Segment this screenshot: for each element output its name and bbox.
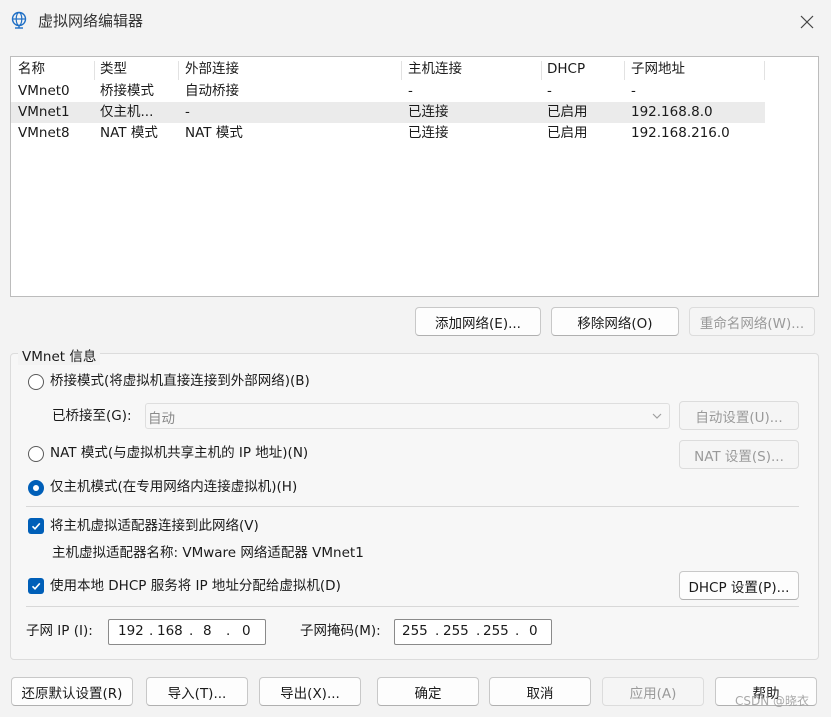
cell-name: VMnet1	[18, 104, 70, 120]
cell-name: VMnet0	[18, 83, 70, 99]
radio-bridged[interactable]	[28, 374, 44, 390]
column-header-subnet[interactable]: 子网地址	[631, 61, 685, 78]
list-header: 名称 类型 外部连接 主机连接 DHCP 子网地址	[11, 59, 765, 80]
bridged-to-value: 自动	[148, 411, 175, 427]
auto-settings-button[interactable]: 自动设置(U)...	[679, 401, 799, 430]
ip-octet[interactable]: 168	[157, 623, 183, 639]
dhcp-settings-button[interactable]: DHCP 设置(P)...	[679, 571, 799, 600]
checkmark-icon	[31, 582, 41, 590]
nat-mode-label[interactable]: NAT 模式(与虚拟机共享主机的 IP 地址)(N)	[50, 444, 308, 462]
globe-network-icon	[11, 11, 27, 29]
adapter-name-text: 主机虚拟适配器名称: VMware 网络适配器 VMnet1	[52, 545, 364, 561]
checkbox-use-dhcp[interactable]	[28, 578, 44, 594]
apply-button[interactable]: 应用(A)	[602, 677, 704, 706]
group-title: VMnet 信息	[18, 345, 101, 365]
export-button[interactable]: 导出(X)...	[259, 677, 361, 706]
chevron-down-icon	[652, 413, 662, 419]
rename-network-button[interactable]: 重命名网络(W)...	[689, 307, 815, 336]
column-header-dhcp[interactable]: DHCP	[547, 61, 585, 78]
import-button[interactable]: 导入(T)...	[146, 677, 248, 706]
window-title: 虚拟网络编辑器	[38, 12, 144, 30]
cell-type: 仅主机...	[100, 104, 154, 120]
cell-host: -	[408, 83, 413, 99]
subnet-ip-input[interactable]: 192 . 168 . 8 . 0	[108, 619, 266, 645]
ip-octet[interactable]: 8	[203, 623, 212, 639]
remove-network-button[interactable]: 移除网络(O)	[551, 307, 679, 336]
close-icon	[800, 15, 814, 29]
connect-adapter-label[interactable]: 将主机虚拟适配器连接到此网络(V)	[50, 517, 259, 535]
table-row[interactable]: VMnet8 NAT 模式 NAT 模式 已连接 已启用 192.168.216…	[11, 123, 765, 144]
restore-defaults-button[interactable]: 还原默认设置(R)	[11, 677, 133, 706]
mask-octet[interactable]: 255	[402, 623, 428, 639]
add-network-button[interactable]: 添加网络(E)...	[415, 307, 541, 336]
mask-octet[interactable]: 255	[443, 623, 469, 639]
bridged-to-select[interactable]: 自动	[145, 403, 670, 429]
radio-nat[interactable]	[28, 446, 44, 462]
column-header-type[interactable]: 类型	[100, 61, 127, 78]
cell-type: 桥接模式	[100, 83, 154, 99]
cancel-button[interactable]: 取消	[489, 677, 591, 706]
ip-octet[interactable]: 192	[118, 623, 144, 639]
cell-dhcp: 已启用	[547, 125, 588, 141]
divider	[26, 606, 799, 607]
cell-external: NAT 模式	[185, 125, 243, 141]
column-header-external[interactable]: 外部连接	[185, 61, 239, 78]
subnet-ip-label: 子网 IP (I):	[26, 623, 93, 639]
use-dhcp-label[interactable]: 使用本地 DHCP 服务将 IP 地址分配给虚拟机(D)	[50, 577, 341, 595]
table-row[interactable]: VMnet0 桥接模式 自动桥接 - - -	[11, 81, 765, 102]
bridged-to-label: 已桥接至(G):	[52, 408, 132, 424]
checkbox-connect-adapter[interactable]	[28, 518, 44, 534]
cell-dhcp: -	[547, 83, 552, 99]
bridged-mode-label[interactable]: 桥接模式(将虚拟机直接连接到外部网络)(B)	[50, 372, 310, 390]
cell-external: -	[185, 104, 190, 120]
cell-subnet: -	[631, 83, 636, 99]
cell-subnet: 192.168.216.0	[631, 125, 730, 141]
network-list[interactable]: 名称 类型 外部连接 主机连接 DHCP 子网地址 VMnet0 桥接模式 自动…	[10, 56, 819, 297]
subnet-mask-label: 子网掩码(M):	[300, 623, 381, 639]
mask-octet[interactable]: 255	[483, 623, 509, 639]
ip-octet[interactable]: 0	[242, 623, 251, 639]
watermark: CSDN @晓衣	[735, 694, 810, 708]
cell-name: VMnet8	[18, 125, 70, 141]
cell-dhcp: 已启用	[547, 104, 588, 120]
subnet-mask-input[interactable]: 255 . 255 . 255 . 0	[394, 619, 552, 645]
mask-octet[interactable]: 0	[529, 623, 538, 639]
divider	[26, 506, 799, 507]
cell-external: 自动桥接	[185, 83, 239, 99]
nat-settings-button[interactable]: NAT 设置(S)...	[679, 440, 799, 469]
checkmark-icon	[31, 522, 41, 530]
close-button[interactable]	[792, 8, 822, 36]
column-header-host[interactable]: 主机连接	[408, 61, 462, 78]
column-header-name[interactable]: 名称	[18, 61, 45, 78]
cell-host: 已连接	[408, 104, 449, 120]
radio-host-only[interactable]	[28, 480, 44, 496]
cell-host: 已连接	[408, 125, 449, 141]
cell-type: NAT 模式	[100, 125, 158, 141]
cell-subnet: 192.168.8.0	[631, 104, 713, 120]
ok-button[interactable]: 确定	[377, 677, 479, 706]
host-only-mode-label[interactable]: 仅主机模式(在专用网络内连接虚拟机)(H)	[50, 478, 297, 496]
table-row-selected[interactable]: VMnet1 仅主机... - 已连接 已启用 192.168.8.0	[11, 102, 765, 123]
